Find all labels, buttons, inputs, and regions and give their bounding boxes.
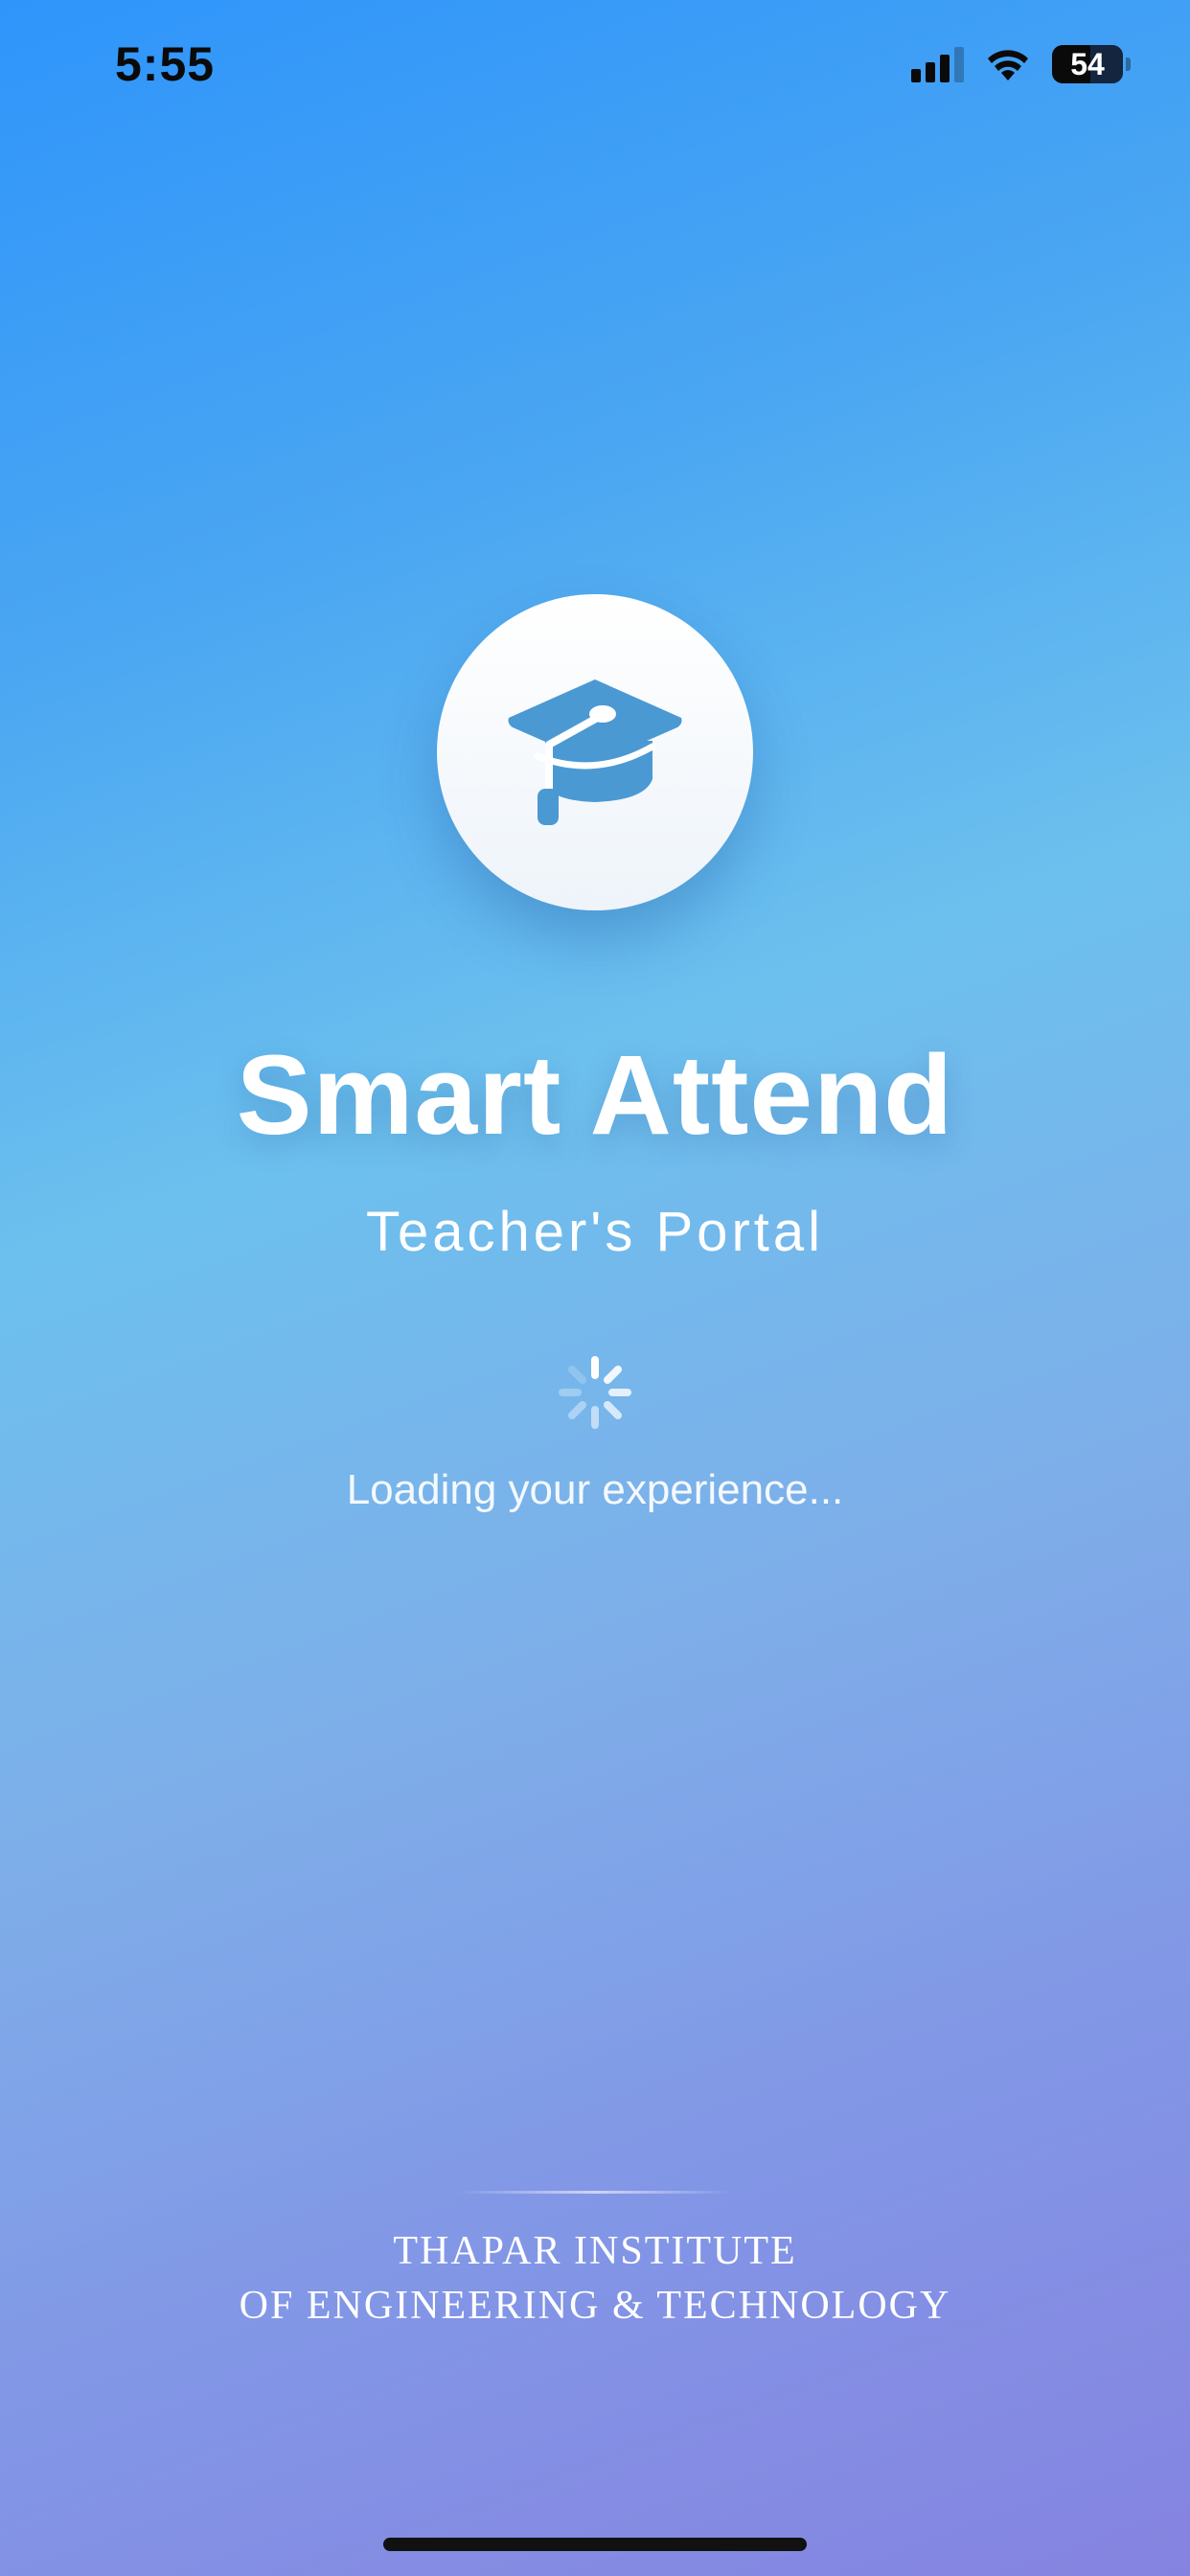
app-subtitle: Teacher's Portal — [365, 1201, 825, 1263]
cellular-signal-icon — [911, 46, 964, 82]
home-indicator[interactable] — [383, 2538, 807, 2551]
status-bar: 5:55 54 — [0, 0, 1190, 129]
battery-icon: 54 — [1052, 45, 1123, 83]
wifi-icon — [988, 50, 1028, 80]
status-time: 5:55 — [115, 37, 216, 91]
loading-text: Loading your experience... — [346, 1466, 844, 1513]
graduation-cap-icon — [508, 679, 682, 825]
battery-level: 54 — [1070, 46, 1105, 81]
app-logo — [437, 594, 753, 910]
status-icons: 54 — [911, 42, 1131, 86]
institute-name-line1: THAPAR INSTITUTE — [393, 2229, 797, 2273]
institute-name-line2: OF ENGINEERING & TECHNOLOGY — [239, 2284, 951, 2328]
spinner-icon — [559, 1356, 631, 1429]
app-title: Smart Attend — [236, 1032, 954, 1159]
divider — [456, 2191, 734, 2194]
